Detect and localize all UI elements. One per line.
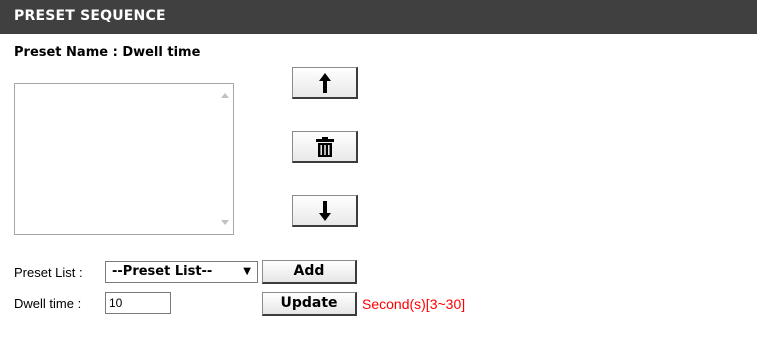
- preset-list-label: Preset List :: [14, 265, 83, 280]
- add-button[interactable]: Add: [262, 260, 357, 284]
- triangle-down-icon: [220, 220, 229, 225]
- delete-button[interactable]: [292, 131, 358, 163]
- dwell-time-input[interactable]: [105, 292, 171, 314]
- move-down-button[interactable]: [292, 195, 358, 227]
- scroll-down-arrow[interactable]: [216, 214, 233, 231]
- arrow-down-icon: [318, 200, 331, 221]
- arrow-up-icon: [318, 72, 331, 93]
- scroll-up-arrow[interactable]: [216, 87, 233, 104]
- update-button[interactable]: Update: [262, 292, 357, 316]
- listbox-scrollbar[interactable]: [216, 84, 233, 234]
- caret-down-icon: ▼: [243, 266, 251, 277]
- section-header: PRESET SEQUENCE: [0, 0, 757, 34]
- triangle-up-icon: [220, 93, 229, 98]
- trash-icon: [315, 136, 334, 157]
- preset-sequence-panel: PRESET SEQUENCE Preset Name : Dwell time: [0, 0, 757, 337]
- section-title: PRESET SEQUENCE: [14, 8, 166, 24]
- dwell-time-label: Dwell time :: [14, 296, 82, 311]
- move-up-button[interactable]: [292, 67, 358, 99]
- preset-name-label: Preset Name : Dwell time: [14, 45, 201, 60]
- preset-sequence-listbox[interactable]: [14, 83, 234, 235]
- dwell-range-hint: Second(s)[3~30]: [362, 296, 466, 312]
- preset-list-select[interactable]: --Preset List-- ▼: [105, 261, 258, 283]
- preset-list-selected-value: --Preset List--: [112, 264, 213, 279]
